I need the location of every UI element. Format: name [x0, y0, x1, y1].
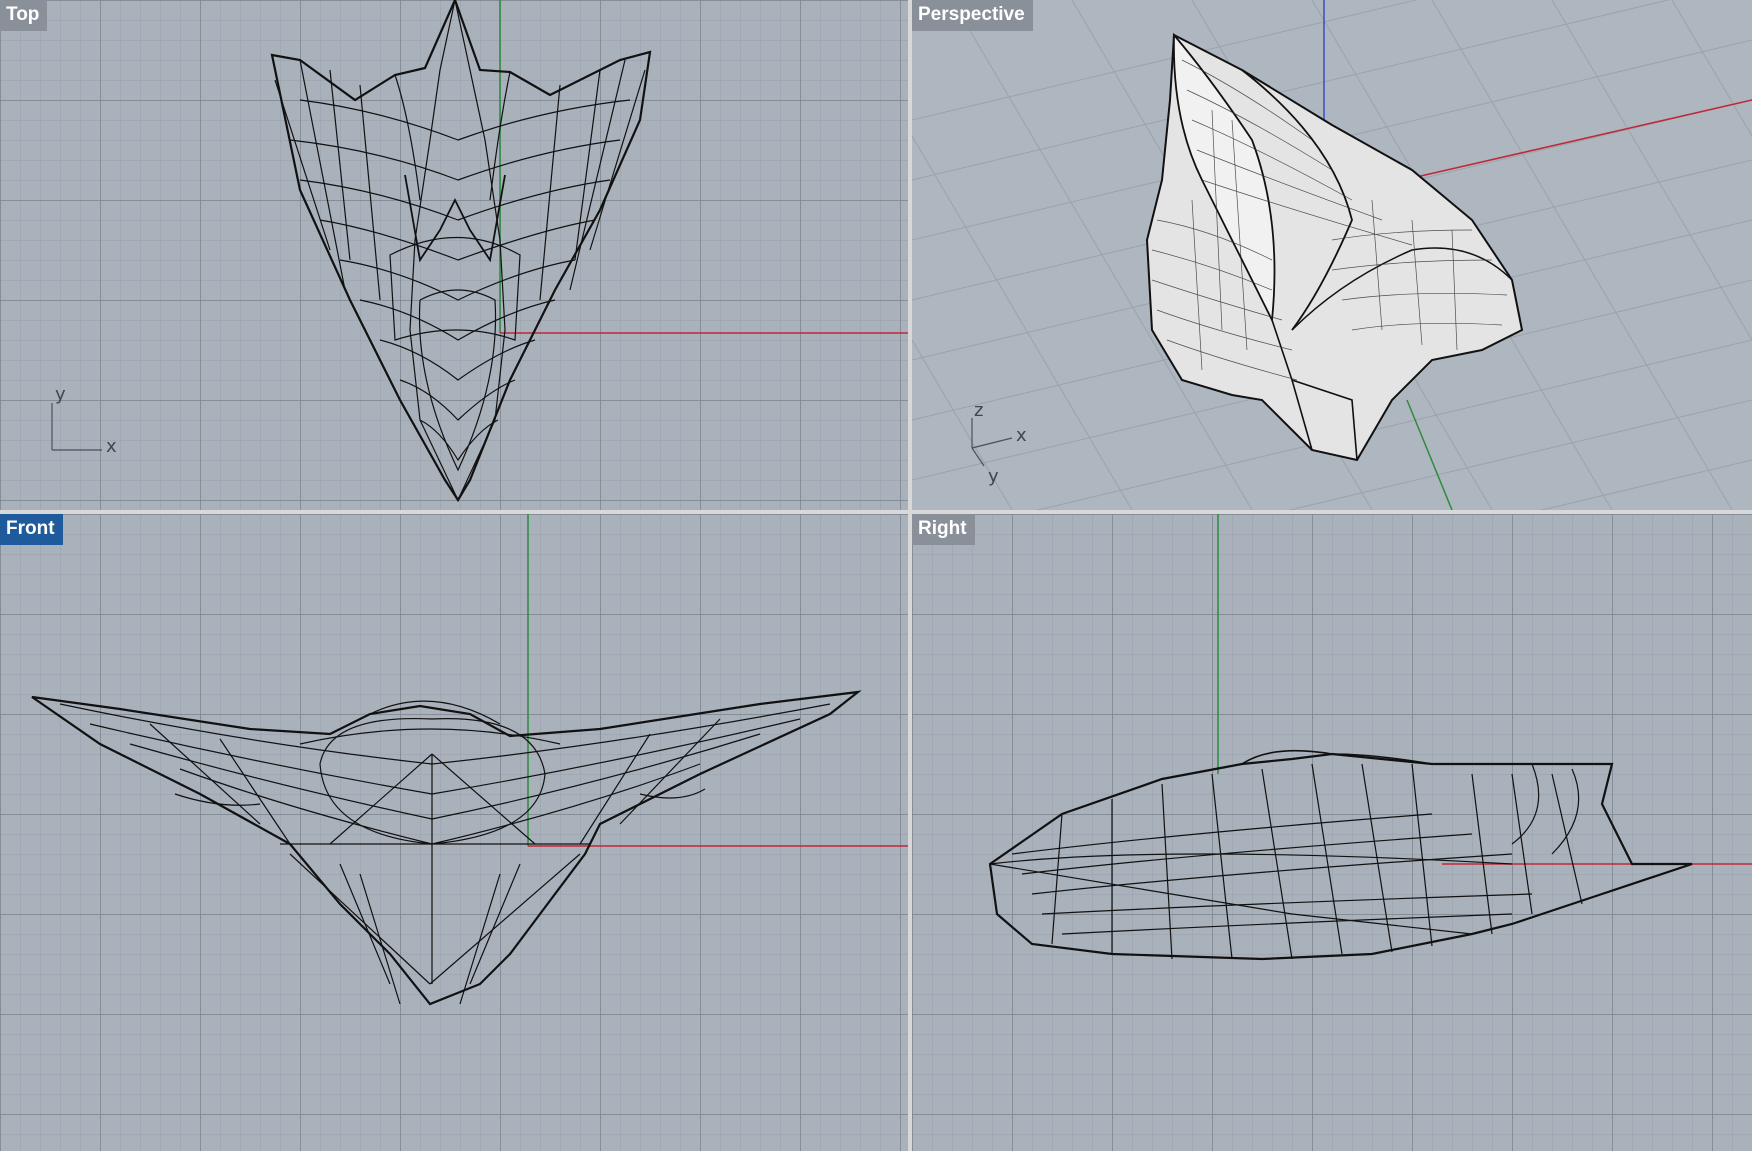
perspective-scene: z x y — [912, 0, 1752, 510]
viewport-title-front[interactable]: Front — [0, 514, 63, 545]
viewport-title-perspective[interactable]: Perspective — [912, 0, 1033, 31]
axis-label-y: y — [55, 384, 66, 405]
axis-gizmo-perspective: z x y — [971, 400, 1027, 487]
axis-label-x: x — [106, 436, 117, 457]
object-wireframe-front[interactable] — [31, 690, 862, 1006]
viewport-perspective[interactable]: Perspective z x y — [912, 0, 1752, 510]
object-shaded-perspective[interactable] — [1145, 32, 1524, 462]
axis-label-x: x — [1016, 425, 1027, 446]
viewport-title-top[interactable]: Top — [0, 0, 48, 31]
right-scene — [988, 514, 1752, 961]
axis-label-z: z — [974, 400, 983, 421]
object-wireframe-top[interactable] — [270, 0, 652, 503]
x-axis-line — [1411, 99, 1752, 179]
top-scene: y x — [51, 0, 908, 503]
viewport-top[interactable]: Top y x — [0, 0, 908, 510]
viewport-right[interactable]: Right — [912, 514, 1752, 1151]
front-scene — [31, 514, 908, 1006]
object-wireframe-right[interactable] — [988, 749, 1693, 961]
viewport-title-right[interactable]: Right — [912, 514, 975, 545]
viewport-front[interactable]: Front — [0, 514, 908, 1151]
axis-gizmo-top: y x — [51, 384, 117, 457]
axis-label-y: y — [988, 466, 999, 487]
